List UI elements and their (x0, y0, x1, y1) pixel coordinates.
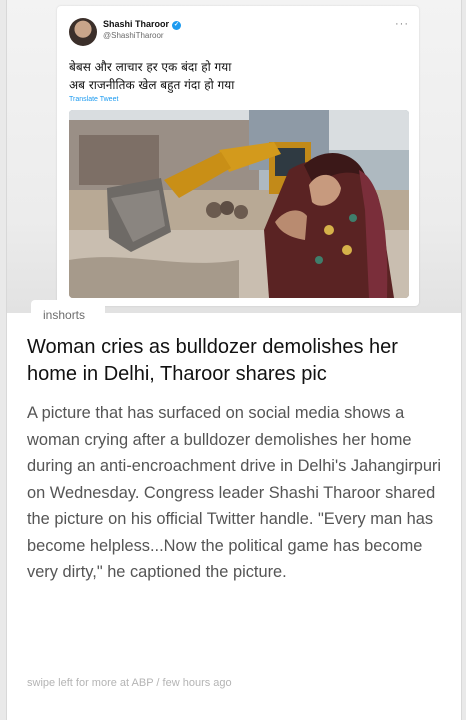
tweet-author-handle: @ShashiTharoor (103, 31, 164, 40)
news-card[interactable]: Shashi Tharoor ✓ @ShashiTharoor ··· बेबस … (6, 0, 462, 720)
tweet-photo (69, 110, 409, 298)
bulldozer-photo (69, 110, 409, 298)
translate-tweet-link: Translate Tweet (69, 96, 119, 103)
tweet-text-line: अब राजनीतिक खेल बहुत गंदा हो गया (69, 78, 235, 92)
hero-image[interactable]: Shashi Tharoor ✓ @ShashiTharoor ··· बेबस … (7, 0, 461, 313)
avatar (69, 18, 97, 46)
tweet-screenshot: Shashi Tharoor ✓ @ShashiTharoor ··· बेबस … (57, 6, 419, 306)
source-label: inshorts (43, 308, 86, 322)
swipe-more-link[interactable]: swipe left for more at ABP (27, 677, 153, 689)
article-footer[interactable]: swipe left for more at ABP / few hours a… (27, 677, 232, 689)
ellipsis-icon: ··· (395, 18, 409, 30)
tweet-author: Shashi Tharoor ✓ (103, 19, 182, 30)
tweet-author-name: Shashi Tharoor (103, 19, 170, 29)
source-tab: inshorts (31, 300, 105, 324)
verified-badge-icon: ✓ (172, 21, 182, 30)
tweet-text-line: बेबस और लाचार हर एक बंदा हो गया (69, 60, 232, 74)
article-summary: A picture that has surfaced on social me… (27, 404, 442, 581)
article-headline[interactable]: Woman cries as bulldozer demolishes her … (27, 334, 447, 388)
article-timestamp: few hours ago (162, 677, 232, 689)
